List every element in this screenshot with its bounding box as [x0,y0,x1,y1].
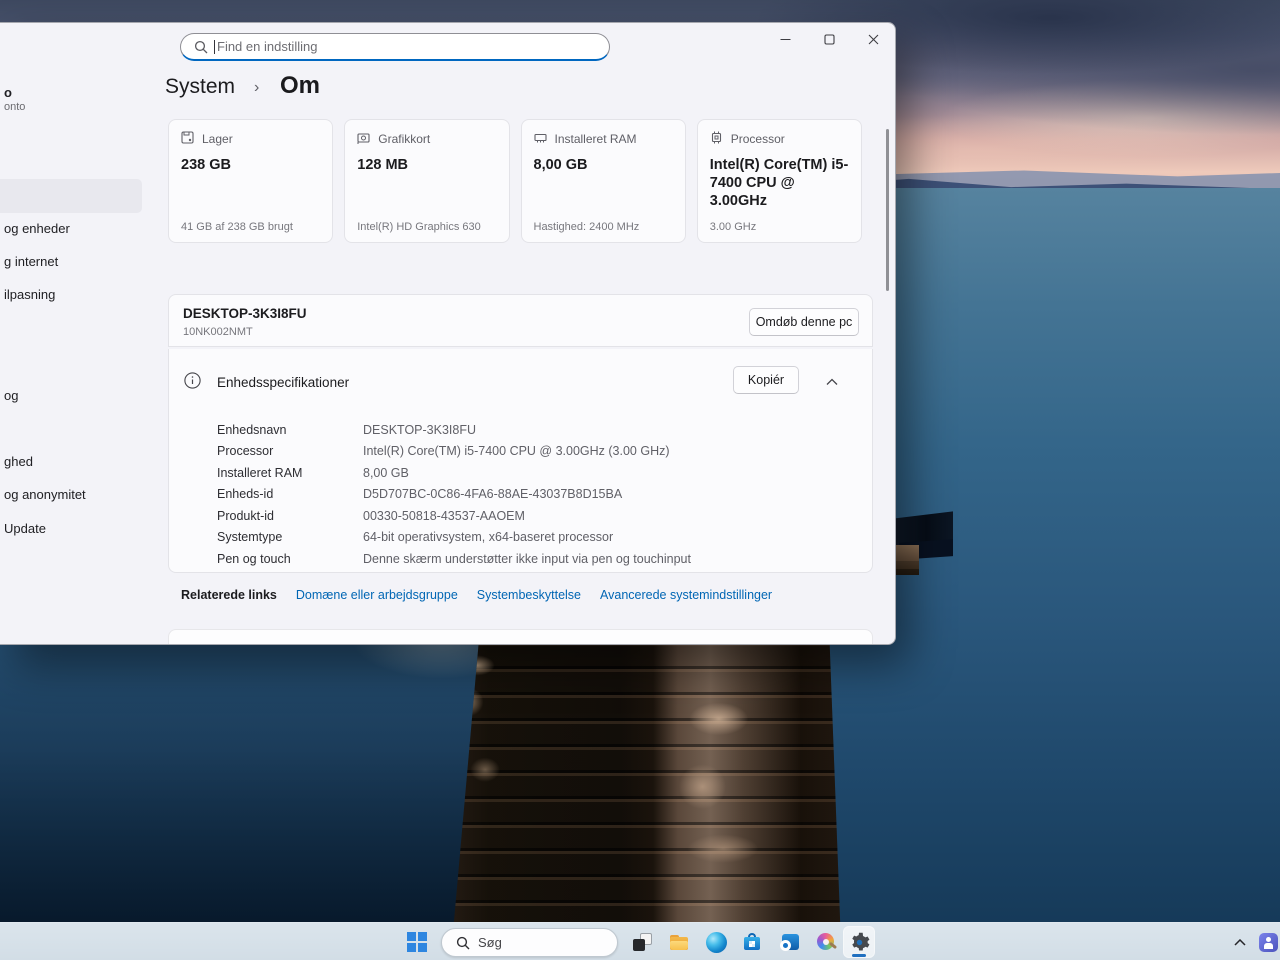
sidebar-item-network[interactable]: g internet [4,254,58,269]
gpu-card: Grafikkort 128 MB Intel(R) HD Graphics 6… [344,119,509,243]
spec-row-ram: Installeret RAM 8,00 GB [217,462,857,484]
desktop: o onto og enheder g internet ilpasning o… [0,0,1280,960]
taskbar-search-label: Søg [478,935,502,950]
search-input[interactable] [217,34,597,58]
gpu-card-caption: Intel(R) HD Graphics 630 [357,221,481,233]
device-specifications-card: Enhedsspecifikationer Kopiér Enhedsnavn … [168,349,873,573]
spec-row-device-name: Enhedsnavn DESKTOP-3K3I8FU [217,419,857,441]
spec-row-system-type: Systemtype 64-bit operativsystem, x64-ba… [217,527,857,549]
teams-tray-button[interactable] [1252,926,1280,958]
storage-card-label: Lager [202,132,233,146]
device-serial: 10NK002NMT [183,326,253,338]
settings-gear-icon [849,932,870,953]
cpu-card: Processor Intel(R) Core(TM) i5-7400 CPU … [697,119,862,243]
related-links-row: Relaterede links Domæne eller arbejdsgru… [168,575,873,615]
sidebar-item-system-selected[interactable] [0,179,142,213]
sidebar-item-privacy[interactable]: og anonymitet [4,487,86,502]
taskbar: Søg [0,922,1280,960]
maximize-button[interactable] [807,23,851,55]
gpu-icon [357,131,370,147]
next-section-partial-card [168,629,873,645]
system-protection-link[interactable]: Systembeskyttelse [477,588,581,602]
spec-row-pen-touch: Pen og touch Denne skærm understøtter ik… [217,548,857,570]
gpu-card-value: 128 MB [357,156,496,174]
spec-row-product-id: Produkt-id 00330-50818-43537-AAOEM [217,505,857,527]
device-name-card: DESKTOP-3K3I8FU 10NK002NMT Omdøb denne p… [168,294,873,347]
wallpaper-piling [893,513,957,579]
chevron-up-icon [1234,939,1246,946]
store-icon [741,931,763,953]
ram-card-caption: Hastighed: 2400 MHz [534,221,640,233]
sidebar-account-type: onto [4,101,25,113]
rename-pc-button[interactable]: Omdøb denne pc [749,308,859,336]
settings-window: o onto og enheder g internet ilpasning o… [0,22,896,645]
domain-workgroup-link[interactable]: Domæne eller arbejdsgruppe [296,588,458,602]
cpu-card-label: Processor [731,132,785,146]
ram-card-label: Installeret RAM [555,132,637,146]
teams-icon [1259,933,1278,952]
minimize-button[interactable] [763,23,807,55]
collapse-chevron-icon[interactable] [826,373,838,391]
sidebar-account-name[interactable]: o [4,85,12,100]
specifications-table: Enhedsnavn DESKTOP-3K3I8FU Processor Int… [217,419,857,570]
ram-card: Installeret RAM 8,00 GB Hastighed: 2400 … [521,119,686,243]
cpu-card-caption: 3.00 GHz [710,221,756,233]
paint-icon [815,931,837,953]
outlook-icon [778,931,800,953]
tray-chevron-button[interactable] [1228,926,1252,958]
window-controls [763,23,895,55]
edge-button[interactable] [700,926,732,958]
store-button[interactable] [736,926,768,958]
sidebar-item-time-language[interactable]: og [4,388,18,403]
spec-row-device-id: Enheds-id D5D707BC-0C86-4FA6-88AE-43037B… [217,484,857,506]
cpu-card-value: Intel(R) Core(TM) i5-7400 CPU @ 3.00GHz [710,156,849,210]
related-links-label: Relaterede links [181,588,277,602]
sidebar-item-windows-update[interactable]: Update [4,521,46,536]
close-icon [868,34,879,45]
cpu-icon [710,131,723,147]
file-explorer-icon [668,931,690,953]
text-caret [214,40,215,54]
storage-icon [181,131,194,147]
info-icon [184,372,201,394]
maximize-icon [824,34,835,45]
storage-card-caption: 41 GB af 238 GB brugt [181,221,293,233]
device-name: DESKTOP-3K3I8FU [183,306,307,321]
settings-search-box[interactable] [180,33,610,61]
advanced-system-settings-link[interactable]: Avancerede systemindstillinger [600,588,772,602]
sidebar-item-personalization[interactable]: ilpasning [4,287,55,302]
specifications-title: Enhedsspecifikationer [217,375,349,390]
gpu-card-label: Grafikkort [378,132,430,146]
file-explorer-button[interactable] [663,926,695,958]
breadcrumb-separator: › [254,79,259,97]
breadcrumb-system[interactable]: System [165,75,235,99]
search-icon [456,936,470,950]
start-button[interactable] [401,926,433,958]
windows-logo-icon [407,932,427,952]
sidebar-item-bluetooth[interactable]: og enheder [4,221,70,236]
paint-button[interactable] [810,926,842,958]
window-scrollbar[interactable] [886,129,889,291]
summary-cards: Lager 238 GB 41 GB af 238 GB brugt Grafi… [168,119,862,243]
settings-active-indicator [852,954,866,957]
ram-card-value: 8,00 GB [534,156,673,174]
minimize-icon [780,34,791,45]
page-title: Om [280,72,320,100]
task-view-icon [631,931,653,953]
taskbar-search[interactable]: Søg [441,928,618,957]
search-icon [194,40,208,59]
close-button[interactable] [851,23,895,55]
copy-button[interactable]: Kopiér [733,366,799,394]
outlook-button[interactable] [773,926,805,958]
ram-icon [534,131,547,147]
wallpaper-pier [440,640,850,922]
storage-card: Lager 238 GB 41 GB af 238 GB brugt [168,119,333,243]
storage-card-value: 238 GB [181,156,320,174]
sidebar-item-accessibility[interactable]: ghed [4,454,33,469]
edge-icon [706,932,727,953]
spec-row-processor: Processor Intel(R) Core(TM) i5-7400 CPU … [217,441,857,463]
task-view-button[interactable] [626,926,658,958]
